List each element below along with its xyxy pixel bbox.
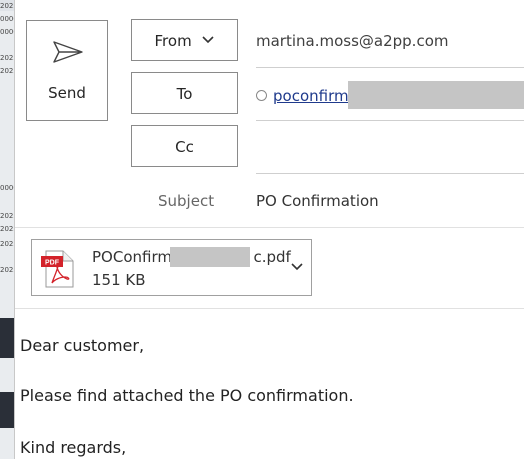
chevron-down-icon[interactable] xyxy=(291,263,303,271)
recipient-status-icon xyxy=(256,90,267,101)
redacted-region xyxy=(170,247,250,267)
from-button[interactable]: From xyxy=(131,19,238,61)
background-label: 2023 xyxy=(0,2,14,10)
cc-label-text: Cc xyxy=(175,138,194,156)
chevron-down-icon xyxy=(202,36,215,44)
body-line: Please find attached the PO confirmation… xyxy=(20,386,354,405)
to-button-label: To xyxy=(132,85,237,103)
send-label-text: Send xyxy=(48,84,86,102)
background-dark-block xyxy=(0,392,14,428)
subject-field[interactable]: PO Confirmation xyxy=(256,192,379,210)
background-label: 0000 xyxy=(0,184,14,192)
attachment-name-prefix: POConfirm_ xyxy=(92,248,180,266)
send-button-label: Send xyxy=(27,84,107,102)
background-label: 2023 xyxy=(0,67,14,75)
body-line: Dear customer, xyxy=(20,336,145,355)
cc-field[interactable] xyxy=(256,125,524,167)
to-field[interactable]: poconfirm xyxy=(256,87,349,105)
attachment-name-suffix: c.pdf xyxy=(253,248,291,266)
background-label: 2023 xyxy=(0,240,14,248)
pdf-badge: PDF xyxy=(45,260,60,267)
background-dark-block xyxy=(0,318,14,358)
background-label: 0000 xyxy=(0,28,14,36)
attachment-size: 151 KB xyxy=(92,271,146,289)
attachment-card[interactable]: PDF POConfirm_ c.pdf 151 KB xyxy=(31,239,312,296)
field-divider xyxy=(256,120,524,121)
background-label: 2023 xyxy=(0,212,14,220)
redacted-region xyxy=(348,81,524,109)
from-label-text: From xyxy=(154,32,192,50)
cc-button-label: Cc xyxy=(132,138,237,156)
to-label-text: To xyxy=(176,85,193,103)
background-label: 2023 xyxy=(0,266,14,274)
from-button-label: From xyxy=(132,32,237,50)
header-divider xyxy=(15,227,524,228)
compose-window: Send From To Cc martina.moss@a2pp.com po… xyxy=(14,0,524,459)
background-label: 0000 xyxy=(0,15,14,23)
field-divider xyxy=(256,67,524,68)
pdf-badge-text: PDF xyxy=(45,260,60,267)
background-window-strip: 2023 0000 0000 2023 2023 0000 2023 2023 … xyxy=(0,0,14,459)
background-label: 2023 xyxy=(0,54,14,62)
cc-button[interactable]: Cc xyxy=(131,125,238,167)
message-body[interactable]: Dear customer, Please find attached the … xyxy=(15,309,524,459)
to-recipient[interactable]: poconfirm xyxy=(273,87,349,105)
background-label: 2023 xyxy=(0,225,14,233)
field-divider xyxy=(256,173,524,174)
from-address: martina.moss@a2pp.com xyxy=(256,32,449,50)
subject-label: Subject xyxy=(158,192,215,210)
send-button[interactable]: Send xyxy=(26,20,108,121)
to-button[interactable]: To xyxy=(131,72,238,114)
send-icon xyxy=(53,41,83,63)
body-line: Kind regards, xyxy=(20,438,127,457)
